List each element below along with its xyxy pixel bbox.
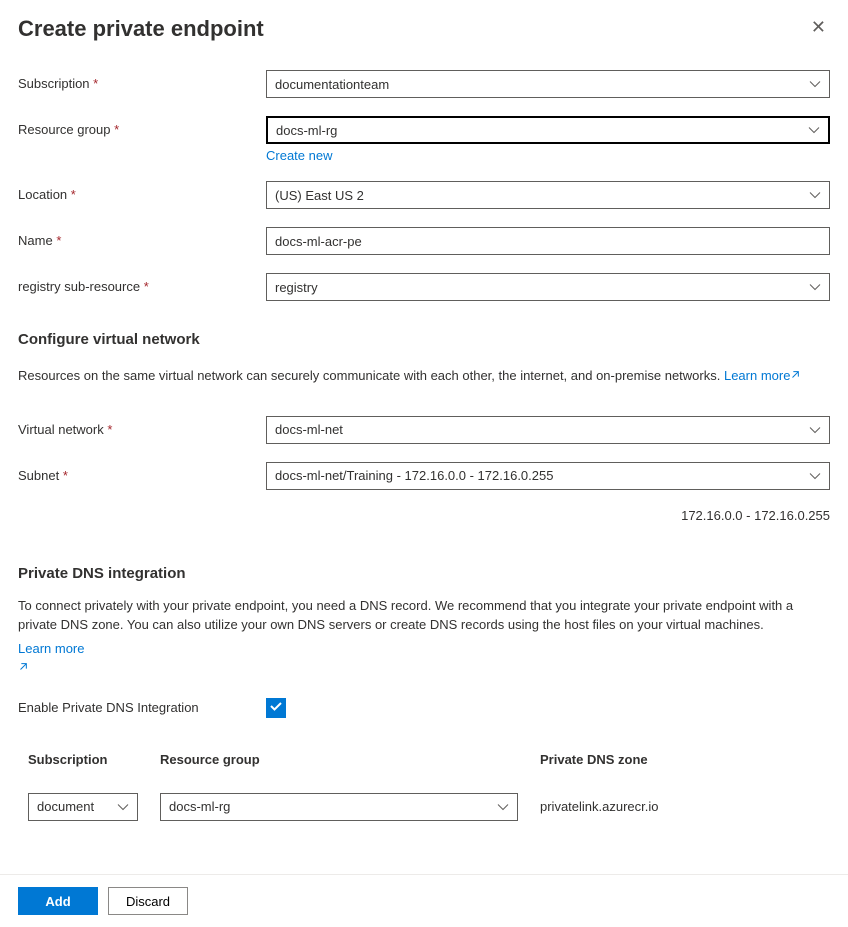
chevron-down-icon [117, 801, 129, 813]
dns-resource-group-dropdown[interactable]: docs-ml-rg [160, 793, 518, 821]
resource-group-label: Resource group * [18, 116, 266, 137]
required-star: * [63, 468, 68, 483]
vnet-heading: Configure virtual network [18, 331, 830, 348]
required-star: * [56, 233, 61, 248]
chevron-down-icon [809, 78, 821, 90]
required-star: * [71, 187, 76, 202]
dns-description: To connect privately with your private e… [18, 596, 830, 678]
virtual-network-dropdown[interactable]: docs-ml-net [266, 416, 830, 444]
virtual-network-value: docs-ml-net [275, 422, 343, 437]
name-label: Name * [18, 227, 266, 248]
resource-group-value: docs-ml-rg [276, 123, 337, 138]
dns-rg-value: docs-ml-rg [169, 799, 230, 814]
subnet-dropdown[interactable]: docs-ml-net/Training - 172.16.0.0 - 172.… [266, 462, 830, 490]
page-title: Create private endpoint [18, 16, 264, 42]
virtual-network-label: Virtual network * [18, 416, 266, 437]
dns-subscription-value: document [37, 799, 94, 814]
vnet-description: Resources on the same virtual network ca… [18, 362, 830, 386]
required-star: * [107, 422, 112, 437]
subnet-address-range: 172.16.0.0 - 172.16.0.255 [18, 508, 830, 523]
add-button[interactable]: Add [18, 887, 98, 915]
enable-dns-label: Enable Private DNS Integration [18, 700, 266, 715]
required-star: * [144, 279, 149, 294]
subnet-label: Subnet * [18, 462, 266, 483]
chevron-down-icon [809, 189, 821, 201]
sub-resource-dropdown[interactable]: registry [266, 273, 830, 301]
dns-zone-value: privatelink.azurecr.io [540, 793, 820, 814]
dns-col-zone-header: Private DNS zone [540, 752, 820, 767]
vnet-learn-more-link[interactable]: Learn more [724, 366, 800, 386]
location-value: (US) East US 2 [275, 188, 364, 203]
enable-dns-checkbox[interactable] [266, 698, 286, 718]
chevron-down-icon [809, 470, 821, 482]
required-star: * [114, 122, 119, 137]
external-link-icon [790, 368, 800, 383]
external-link-icon [18, 660, 28, 675]
close-button[interactable]: ✕ [807, 16, 830, 38]
chevron-down-icon [497, 801, 509, 813]
discard-button[interactable]: Discard [108, 887, 188, 915]
dns-col-subscription-header: Subscription [28, 752, 138, 767]
chevron-down-icon [809, 281, 821, 293]
sub-resource-value: registry [275, 280, 318, 295]
sub-resource-label: registry sub-resource * [18, 273, 266, 294]
location-dropdown[interactable]: (US) East US 2 [266, 181, 830, 209]
dns-heading: Private DNS integration [18, 565, 830, 582]
dns-subscription-dropdown[interactable]: document [28, 793, 138, 821]
close-icon: ✕ [811, 17, 826, 37]
subnet-value: docs-ml-net/Training - 172.16.0.0 - 172.… [275, 468, 553, 483]
dns-learn-more-link[interactable]: Learn more [18, 639, 84, 678]
subscription-value: documentationteam [275, 77, 389, 92]
required-star: * [93, 76, 98, 91]
dns-table: Subscription document Resource group doc… [18, 752, 830, 821]
dns-col-rg-header: Resource group [160, 752, 518, 767]
name-input[interactable] [266, 227, 830, 255]
chevron-down-icon [808, 124, 820, 136]
check-icon [269, 699, 283, 716]
chevron-down-icon [809, 424, 821, 436]
subscription-dropdown[interactable]: documentationteam [266, 70, 830, 98]
footer: Add Discard [0, 874, 848, 927]
resource-group-dropdown[interactable]: docs-ml-rg [266, 116, 830, 144]
subscription-label: Subscription * [18, 70, 266, 91]
location-label: Location * [18, 181, 266, 202]
create-new-link[interactable]: Create new [266, 148, 332, 163]
